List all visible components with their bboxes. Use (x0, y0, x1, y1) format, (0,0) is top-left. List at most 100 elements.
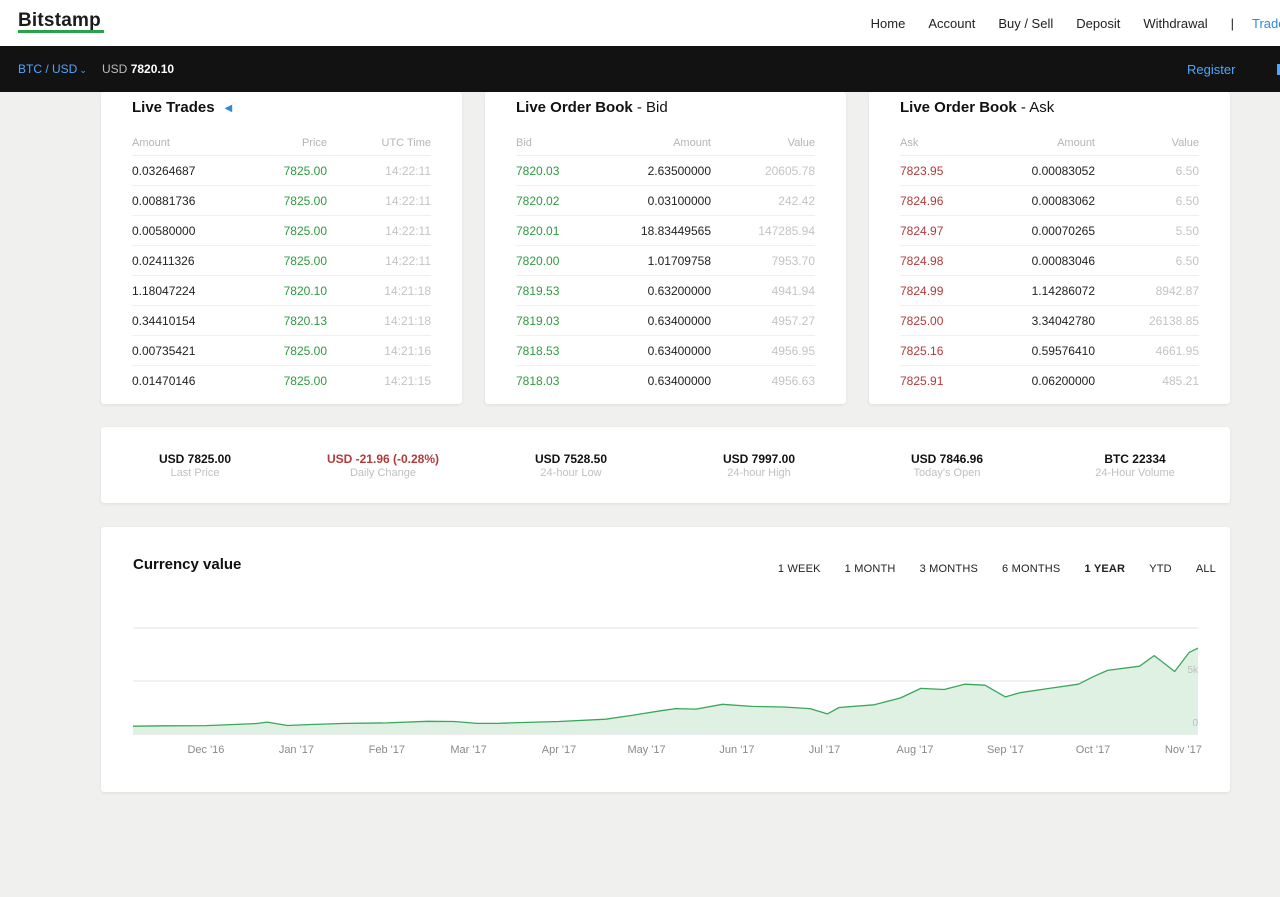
ask-amount: 0.00083046 (1031, 253, 1095, 268)
table-row: 7823.95 0.00083052 6.50 (900, 156, 1199, 186)
trade-price: 7825.00 (283, 163, 327, 178)
range-ytd[interactable]: YTD (1149, 563, 1172, 575)
trade-price: 7825.00 (283, 193, 327, 208)
table-row: 7820.01 18.83449565 147285.94 (516, 216, 815, 246)
bid-book-table: Bid Amount Value 7820.03 2.63500000 20605.… (516, 130, 815, 396)
x-tick-label: Jul '17 (809, 744, 840, 756)
range-6-months[interactable]: 6 MONTHS (1002, 563, 1060, 575)
x-tick-label: Apr '17 (542, 744, 577, 756)
stat-label: 24-hour High (727, 467, 791, 479)
ask-amount: 1.14286072 (1031, 283, 1095, 298)
bid-price: 7819.03 (516, 313, 560, 328)
ask-book-card: Live Order Book - Ask Ask Amount Value 7… (869, 92, 1230, 404)
ask-price: 7824.96 (900, 193, 944, 208)
ask-price: 7824.98 (900, 253, 944, 268)
stat-24h-high: USD 7997.00 24-hour High (665, 452, 853, 479)
logo-underline (18, 30, 104, 33)
trade-amount: 1.18047224 (132, 283, 196, 298)
nav-deposit[interactable]: Deposit (1076, 16, 1120, 31)
sound-toggle-icon[interactable]: ◀ (225, 103, 233, 114)
ask-amount: 0.00083052 (1031, 163, 1095, 178)
trade-time: 14:21:18 (384, 283, 431, 298)
x-tick-label: Mar '17 (450, 744, 486, 756)
range-3-months[interactable]: 3 MONTHS (920, 563, 978, 575)
stat-value: USD 7528.50 (534, 452, 608, 466)
range-1-month[interactable]: 1 MONTH (845, 563, 896, 575)
ask-value: 26138.85 (1148, 313, 1199, 328)
x-tick-label: Nov '17 (1165, 744, 1202, 756)
ask-book-title: Live Order Book - Ask (900, 99, 1054, 116)
chevron-down-icon: ⌄ (79, 65, 87, 75)
range-selector: 1 WEEK 1 MONTH 3 MONTHS 6 MONTHS 1 YEAR … (754, 563, 1216, 575)
nav-home[interactable]: Home (871, 16, 906, 31)
range-1-year[interactable]: 1 YEAR (1084, 563, 1125, 575)
trade-time: 14:22:11 (385, 193, 431, 208)
nav-trade[interactable]: Trade (1252, 16, 1280, 31)
table-row: 0.34410154 7820.13 14:21:18 (132, 306, 431, 336)
nav-separator: | (1230, 15, 1234, 31)
bid-book-title-bold: Live Order Book (516, 99, 633, 116)
header-utc-time: UTC Time (381, 136, 432, 149)
nav-account[interactable]: Account (928, 16, 975, 31)
table-row: 7825.00 3.34042780 26138.85 (900, 306, 1199, 336)
table-row: 0.00881736 7825.00 14:22:11 (132, 186, 431, 216)
ask-book-table: Ask Amount Value 7823.95 0.00083052 6.50 78… (900, 130, 1199, 396)
stat-label: Today's Open (913, 467, 981, 479)
x-tick-label: Jun '17 (719, 744, 754, 756)
stat-daily-change: USD -21.96 (-0.28%) Daily Change (289, 452, 477, 479)
live-trades-card: Live Trades ◀ Amount Price UTC Time 0.032… (101, 92, 462, 404)
table-row: 7825.91 0.06200000 485.21 (900, 366, 1199, 396)
trade-amount: 0.03264687 (132, 163, 196, 178)
table-row: 7824.97 0.00070265 5.50 (900, 216, 1199, 246)
header-amount: Amount (1057, 136, 1095, 149)
y-tick-label: 5k (1187, 665, 1199, 676)
bitstamp-logo[interactable]: Bitstamp (18, 10, 101, 32)
ticker-currency: USD (102, 62, 128, 76)
trade-amount: 0.00881736 (132, 193, 196, 208)
bid-book-rows: 7820.03 2.63500000 20605.78 7820.02 0.031000… (516, 156, 815, 396)
stat-label: 24-hour Low (540, 467, 602, 479)
x-tick-label: Oct '17 (1076, 744, 1111, 756)
bid-amount: 0.63400000 (647, 374, 711, 388)
table-header: Ask Amount Value (900, 130, 1199, 156)
currency-pair-label: BTC / USD (18, 62, 78, 76)
bid-price: 7819.53 (516, 283, 560, 298)
ask-price: 7825.16 (900, 343, 944, 358)
live-trades-rows: 0.03264687 7825.00 14:22:11 0.00881736 7825.… (132, 156, 431, 396)
bid-amount: 0.03100000 (647, 193, 711, 208)
bid-book-card: Live Order Book - Bid Bid Amount Value 7… (485, 92, 846, 404)
currency-pair-selector[interactable]: BTC / USD ⌄ (18, 62, 87, 76)
x-tick-label: May '17 (627, 744, 665, 756)
ask-amount: 0.06200000 (1031, 374, 1095, 388)
register-link[interactable]: Register (1187, 62, 1235, 77)
nav-withdrawal[interactable]: Withdrawal (1143, 16, 1207, 31)
bid-price: 7818.03 (516, 374, 560, 388)
ask-price: 7825.00 (900, 313, 944, 328)
stat-value: USD -21.96 (-0.28%) (326, 452, 440, 466)
range-all[interactable]: ALL (1196, 563, 1216, 575)
range-1-week[interactable]: 1 WEEK (778, 563, 821, 575)
table-row: 0.01470146 7825.00 14:21:15 (132, 366, 431, 396)
ask-book-title-bold: Live Order Book (900, 99, 1017, 116)
stat-value: USD 7846.96 (910, 452, 984, 466)
trade-price: 7825.00 (283, 374, 327, 388)
header-price: Price (301, 136, 327, 149)
stat-value: USD 7825.00 (158, 452, 232, 466)
ask-value: 485.21 (1162, 374, 1199, 388)
live-trades-title-text: Live Trades (132, 99, 215, 116)
ask-amount: 0.00070265 (1031, 223, 1095, 238)
bid-amount: 0.63200000 (647, 283, 711, 298)
table-row: 7819.03 0.63400000 4957.27 (516, 306, 815, 336)
table-row: 0.00735421 7825.00 14:21:16 (132, 336, 431, 366)
ask-value: 4661.95 (1155, 343, 1199, 358)
ask-price: 7824.99 (900, 283, 944, 298)
ask-book-rows: 7823.95 0.00083052 6.50 7824.96 0.00083062 6.… (900, 156, 1199, 396)
bid-price: 7820.02 (516, 193, 560, 208)
stat-label: Last Price (170, 467, 220, 479)
table-row: 7824.98 0.00083046 6.50 (900, 246, 1199, 276)
ask-amount: 0.00083062 (1031, 193, 1095, 208)
bid-amount: 0.63400000 (647, 343, 711, 358)
bid-value: 4956.95 (771, 343, 815, 358)
table-row: 7824.96 0.00083062 6.50 (900, 186, 1199, 216)
nav-buy-sell[interactable]: Buy / Sell (998, 16, 1053, 31)
